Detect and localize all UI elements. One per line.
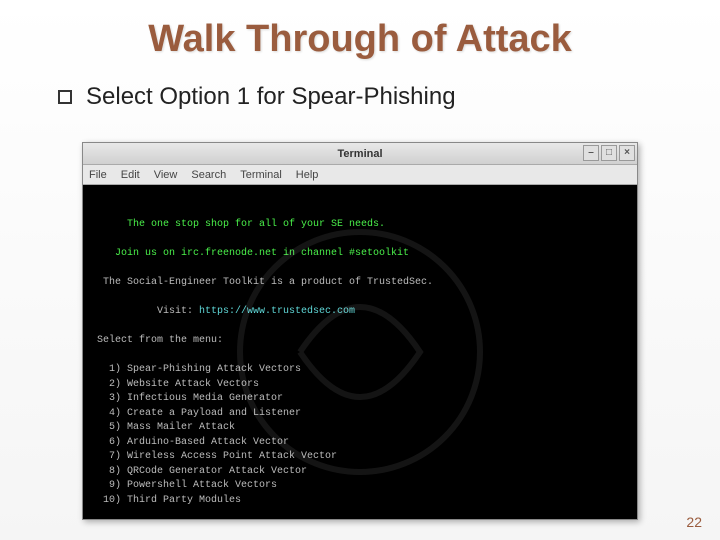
maximize-button[interactable]: □ [601,145,617,161]
bullet-text: Select Option 1 for Spear-Phishing [86,83,456,111]
term-line-tagline: The one stop shop for all of your SE nee… [91,219,385,230]
term-line-visit-url: https://www.trustedsec.com [199,306,355,317]
term-menu-3: 3) Infectious Media Generator [91,393,283,404]
term-line-irc: Join us on irc.freenode.net in channel #… [91,248,409,259]
term-menu-8: 8) QRCode Generator Attack Vector [91,466,307,477]
terminal-titlebar: Terminal – □ × [83,143,637,165]
term-menu-9: 9) Powershell Attack Vectors [91,480,277,491]
term-line-product: The Social-Engineer Toolkit is a product… [91,277,433,288]
term-menu-2: 2) Website Attack Vectors [91,379,259,390]
menu-help[interactable]: Help [296,169,319,181]
close-button[interactable]: × [619,145,635,161]
term-menu-10: 10) Third Party Modules [91,495,241,506]
term-line-select: Select from the menu: [91,335,223,346]
bullet-item: Select Option 1 for Spear-Phishing [58,83,720,111]
terminal-window: Terminal – □ × File Edit View Search Ter… [82,142,638,520]
term-line-visit-label: Visit: [91,306,199,317]
slide-title: Walk Through of Attack [0,0,720,61]
terminal-body[interactable]: The one stop shop for all of your SE nee… [83,185,637,519]
menu-search[interactable]: Search [191,169,226,181]
menu-edit[interactable]: Edit [121,169,140,181]
menu-view[interactable]: View [154,169,178,181]
bullet-square-icon [58,90,72,104]
minimize-button[interactable]: – [583,145,599,161]
page-number: 22 [686,514,702,530]
terminal-title: Terminal [337,148,382,160]
window-controls: – □ × [583,145,635,161]
term-menu-1: 1) Spear-Phishing Attack Vectors [91,364,301,375]
term-menu-5: 5) Mass Mailer Attack [91,422,235,433]
term-menu-7: 7) Wireless Access Point Attack Vector [91,451,337,462]
menu-file[interactable]: File [89,169,107,181]
terminal-menubar: File Edit View Search Terminal Help [83,165,637,185]
term-menu-6: 6) Arduino-Based Attack Vector [91,437,289,448]
term-menu-4: 4) Create a Payload and Listener [91,408,301,419]
slide: Walk Through of Attack Select Option 1 f… [0,0,720,540]
menu-terminal[interactable]: Terminal [240,169,282,181]
